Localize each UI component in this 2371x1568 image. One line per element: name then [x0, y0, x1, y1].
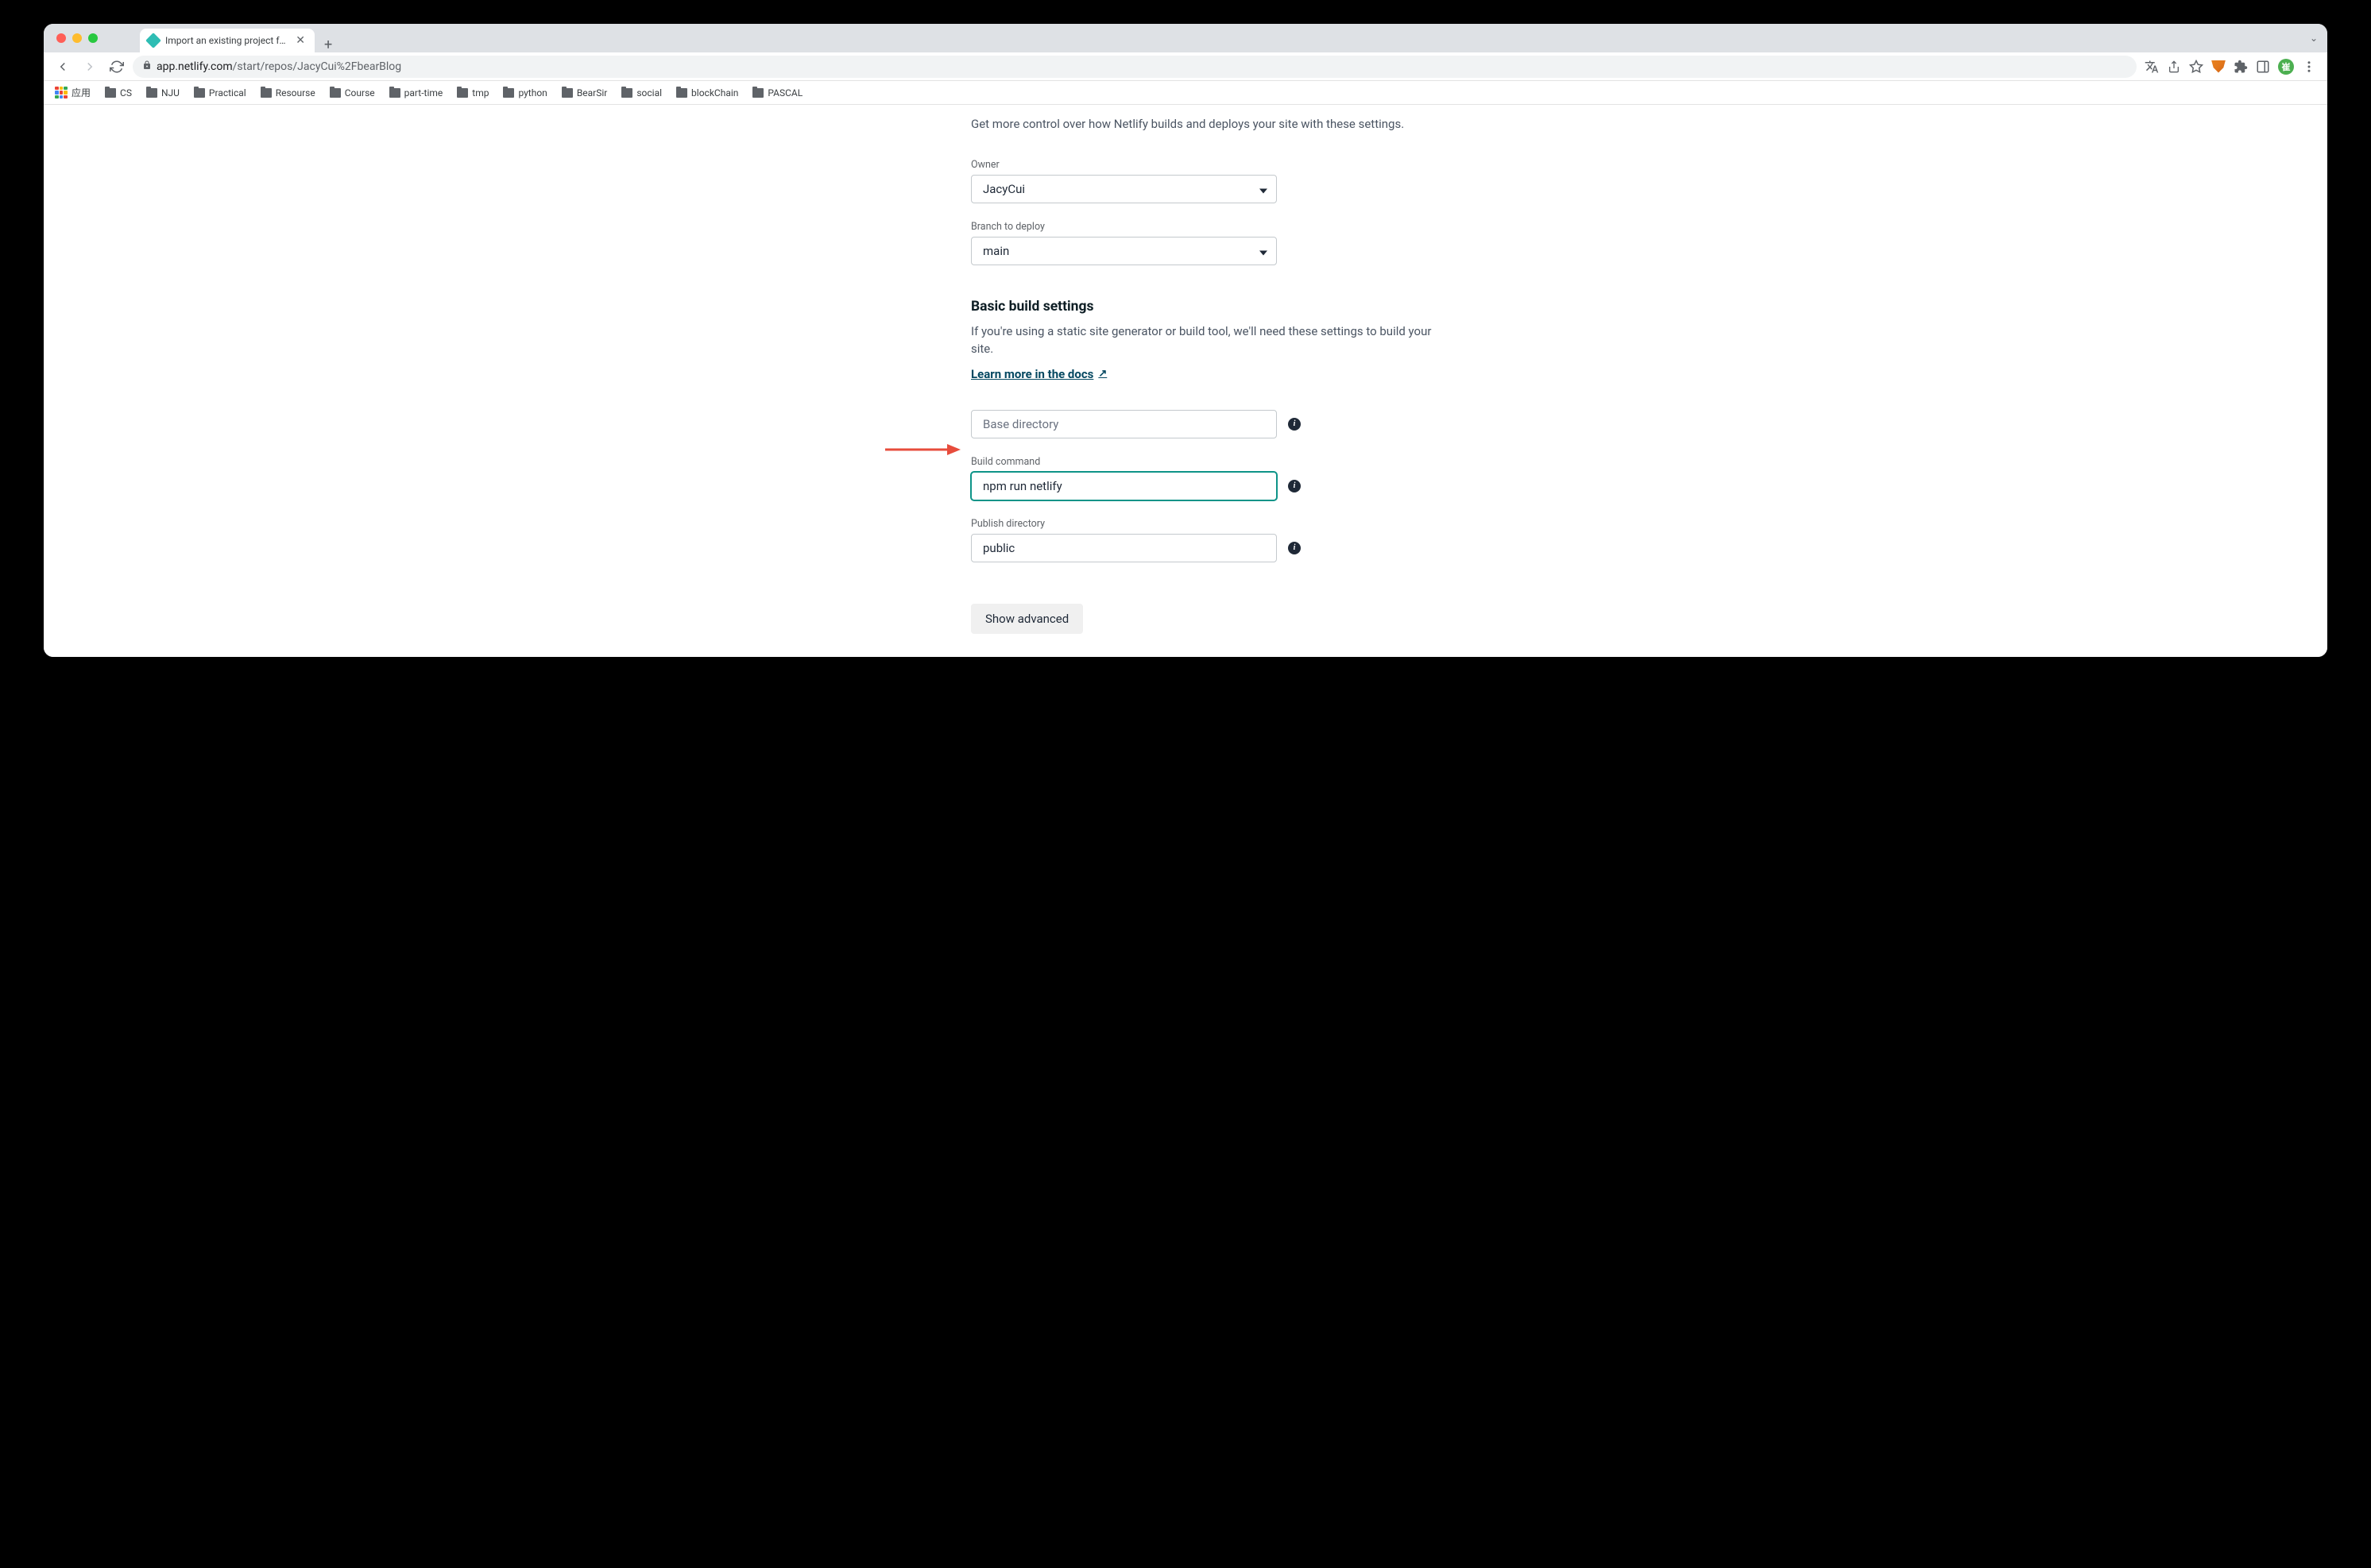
bookmark-folder[interactable]: tmp — [454, 86, 492, 100]
star-icon[interactable] — [2189, 60, 2203, 74]
bookmark-folder[interactable]: CS — [102, 86, 135, 100]
bookmark-folder[interactable]: BearSir — [559, 86, 611, 100]
base-directory-input[interactable] — [971, 410, 1277, 438]
minimize-window-button[interactable] — [72, 33, 82, 43]
build-command-label: Build command — [971, 456, 1432, 468]
folder-icon — [389, 88, 400, 98]
reload-button[interactable] — [106, 56, 128, 78]
owner-select[interactable]: JacyCui — [971, 175, 1277, 203]
menu-icon[interactable] — [2302, 60, 2316, 74]
show-advanced-button[interactable]: Show advanced — [971, 604, 1083, 634]
build-command-group: Build command i — [971, 456, 1432, 500]
folder-icon — [330, 88, 341, 98]
extensions-icon[interactable] — [2234, 60, 2248, 74]
folder-icon — [457, 88, 468, 98]
bookmark-folder[interactable]: part-time — [386, 86, 447, 100]
user-avatar[interactable]: 崔 — [2278, 59, 2294, 75]
close-window-button[interactable] — [56, 33, 66, 43]
tabs-container: Import an existing project from ✕ + — [140, 24, 332, 52]
tab-favicon-icon — [145, 33, 161, 48]
owner-field-group: Owner JacyCui — [971, 159, 1432, 203]
folder-icon — [503, 88, 514, 98]
info-icon[interactable]: i — [1288, 480, 1301, 492]
bookmark-folder[interactable]: Practical — [191, 86, 249, 100]
address-bar: app.netlify.com/start/repos/JacyCui%2Fbe… — [44, 52, 2327, 81]
apps-shortcut[interactable]: 应用 — [52, 84, 94, 101]
build-settings-description: If you're using a static site generator … — [971, 322, 1432, 358]
tab-title: Import an existing project from — [165, 35, 288, 46]
page-description: Get more control over how Netlify builds… — [971, 115, 1432, 133]
branch-select[interactable]: main — [971, 237, 1277, 265]
apps-icon — [55, 87, 68, 99]
window-controls — [50, 33, 104, 43]
tab-bar: Import an existing project from ✕ + ⌄ — [44, 24, 2327, 52]
branch-field-group: Branch to deploy main — [971, 221, 1432, 265]
tab-list-chevron-icon[interactable]: ⌄ — [2310, 33, 2318, 44]
maximize-window-button[interactable] — [88, 33, 98, 43]
folder-icon — [261, 88, 272, 98]
learn-more-link[interactable]: Learn more in the docs ↗ — [971, 367, 1107, 381]
folder-icon — [194, 88, 205, 98]
translate-icon[interactable] — [2145, 60, 2159, 74]
metamask-icon[interactable] — [2211, 60, 2226, 73]
info-icon[interactable]: i — [1288, 418, 1301, 431]
bookmarks-bar: 应用 CS NJU Practical Resourse Course part… — [44, 81, 2327, 105]
publish-directory-group: Publish directory i — [971, 518, 1432, 562]
publish-directory-input[interactable] — [971, 534, 1277, 562]
folder-icon — [105, 88, 116, 98]
bookmark-folder[interactable]: social — [618, 86, 665, 100]
lock-icon — [142, 60, 152, 74]
bookmark-folder[interactable]: NJU — [143, 86, 183, 100]
page-content: Site settings for JacyCui/bearBlog Get m… — [44, 105, 2327, 657]
page-heading: Site settings for JacyCui/bearBlog — [971, 105, 1432, 107]
folder-icon — [562, 88, 573, 98]
url-bar[interactable]: app.netlify.com/start/repos/JacyCui%2Fbe… — [133, 56, 2137, 78]
browser-tab[interactable]: Import an existing project from ✕ — [140, 29, 315, 52]
info-icon[interactable]: i — [1288, 542, 1301, 554]
bookmark-folder[interactable]: python — [500, 86, 550, 100]
bookmark-folder[interactable]: PASCAL — [749, 86, 806, 100]
sidepanel-icon[interactable] — [2256, 60, 2270, 74]
share-icon[interactable] — [2167, 60, 2181, 74]
folder-icon — [621, 88, 632, 98]
owner-label: Owner — [971, 159, 1432, 171]
folder-icon — [676, 88, 687, 98]
forward-button[interactable] — [79, 56, 101, 78]
folder-icon — [146, 88, 157, 98]
bookmark-folder[interactable]: Course — [327, 86, 378, 100]
build-settings-heading: Basic build settings — [971, 299, 1432, 315]
branch-label: Branch to deploy — [971, 221, 1432, 233]
publish-directory-label: Publish directory — [971, 518, 1432, 530]
base-directory-group: i — [971, 410, 1432, 438]
folder-icon — [752, 88, 764, 98]
bookmark-folder[interactable]: Resourse — [257, 86, 319, 100]
build-command-input[interactable] — [971, 472, 1277, 500]
new-tab-button[interactable]: + — [324, 38, 332, 52]
annotation-arrow-icon — [885, 442, 961, 461]
extension-icons: 崔 — [2141, 59, 2319, 75]
browser-window: Import an existing project from ✕ + ⌄ ap… — [44, 24, 2327, 657]
url-text: app.netlify.com/start/repos/JacyCui%2Fbe… — [157, 60, 401, 73]
close-tab-icon[interactable]: ✕ — [294, 34, 307, 47]
back-button[interactable] — [52, 56, 74, 78]
external-link-icon: ↗ — [1098, 368, 1107, 380]
bookmark-folder[interactable]: blockChain — [673, 86, 741, 100]
